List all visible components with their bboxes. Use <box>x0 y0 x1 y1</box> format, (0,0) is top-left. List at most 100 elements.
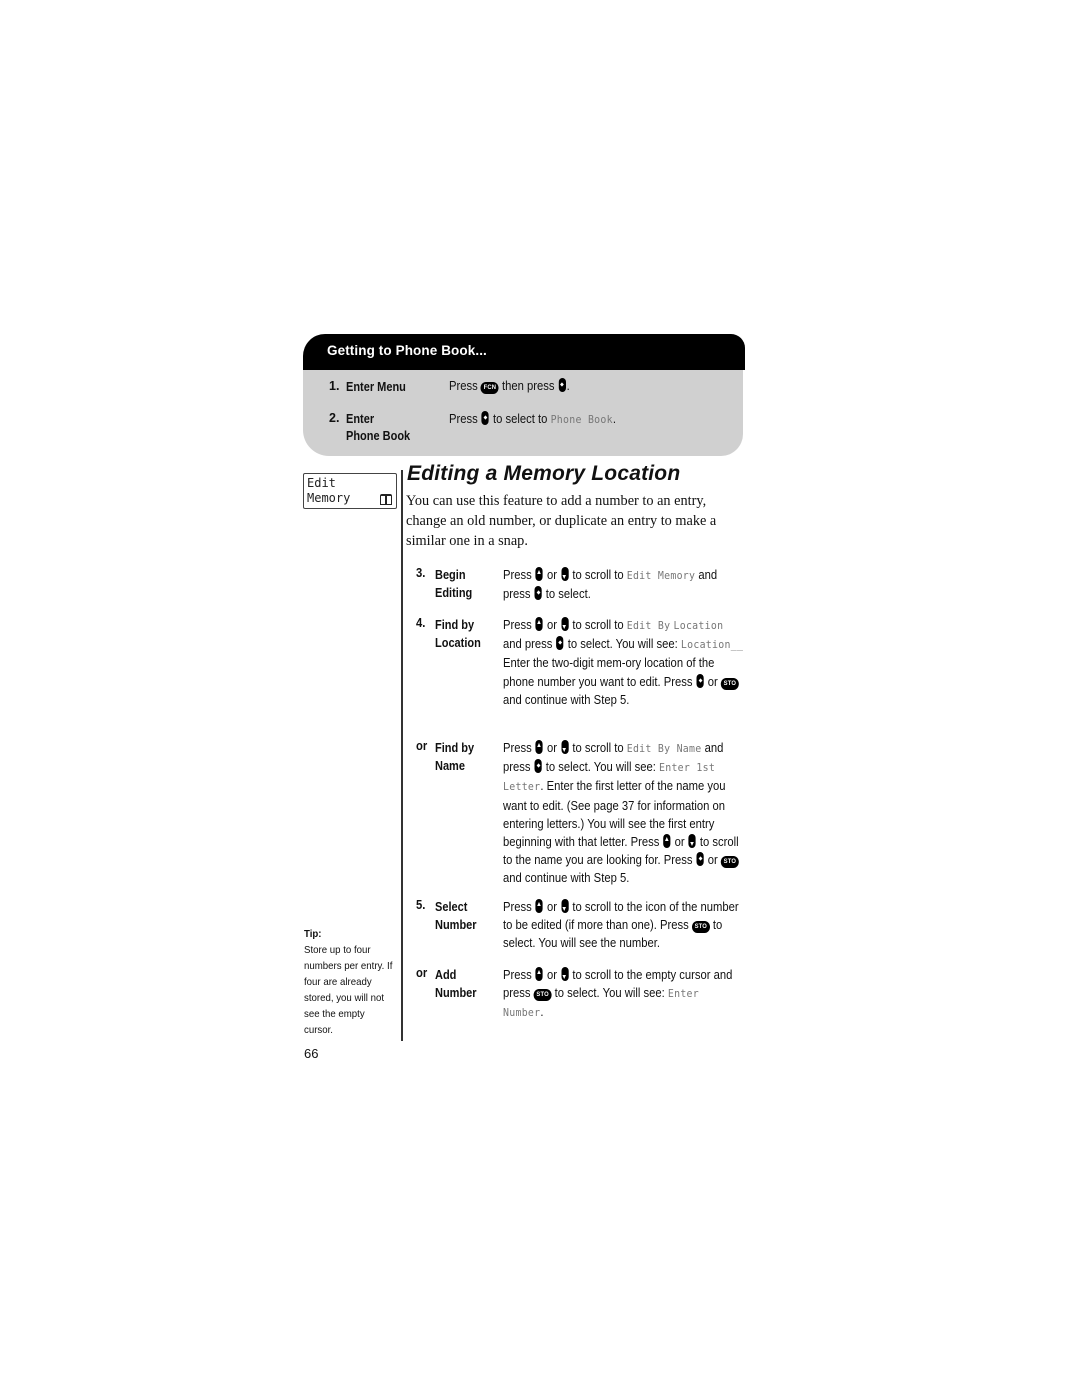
text: or <box>547 618 558 632</box>
text: press <box>503 587 531 602</box>
label-line: Location <box>435 636 481 650</box>
page-number: 66 <box>304 1046 319 1061</box>
tip-box: Tip: Store up to four numbers per entry.… <box>304 926 396 1038</box>
down-key-icon <box>688 834 696 849</box>
panel-step-1-text: Press FCN then press . <box>449 378 570 394</box>
step-label: Add Number <box>435 966 477 1002</box>
text: Press <box>449 412 478 426</box>
text: to select to <box>493 412 548 426</box>
label-line: Begin <box>435 568 466 582</box>
text: or <box>707 674 718 689</box>
lcd-text: Edit By Name <box>626 742 702 755</box>
panel-step-2-label: Enter Phone Book <box>346 411 410 445</box>
text: to select. You will see: <box>567 637 678 652</box>
lcd-text: Phone Book <box>550 413 613 426</box>
panel-title: Getting to Phone Book... <box>327 343 487 358</box>
panel-step-1-number: 1. <box>329 379 340 393</box>
text: or <box>547 968 558 982</box>
text: and <box>704 741 724 755</box>
step-number: or <box>416 966 428 980</box>
up-key-icon <box>535 967 543 981</box>
getting-to-phone-book-panel: Getting to Phone Book... 1. Enter Menu P… <box>303 334 745 458</box>
select-key-icon <box>481 411 489 425</box>
step-label: Find by Location <box>435 616 481 652</box>
display-line-1: Edit <box>307 476 336 490</box>
select-key-icon <box>556 636 564 651</box>
text: to select. You will see: <box>554 986 665 1001</box>
label-line: Add <box>435 968 457 982</box>
text: and <box>698 568 718 582</box>
phone-book-icon <box>380 494 392 505</box>
text: Press <box>503 741 532 755</box>
sto-key-icon: STO <box>720 856 739 869</box>
select-key-icon <box>696 673 704 688</box>
down-key-icon <box>561 967 569 981</box>
step-number: 3. <box>416 566 426 580</box>
text: to scroll to <box>572 568 624 582</box>
label-line: Number <box>435 918 477 932</box>
label-line: Number <box>435 986 477 1000</box>
text: or <box>547 741 558 755</box>
down-key-icon <box>561 899 569 913</box>
display-line-2: Memory <box>307 491 351 505</box>
step-number: 4. <box>416 616 426 630</box>
text: press <box>503 760 531 775</box>
text: to select. You will see: <box>545 760 656 775</box>
text: to select. <box>545 587 591 602</box>
text: . <box>612 412 617 426</box>
text: Enter the two-digit mem-ory location of … <box>503 656 715 689</box>
lcd-text: Location <box>673 619 724 632</box>
up-key-icon <box>535 899 543 913</box>
up-key-icon <box>663 834 671 849</box>
column-divider <box>401 470 403 1041</box>
text: to scroll to <box>572 741 624 755</box>
text: and continue with Step 5. <box>503 692 630 707</box>
text: Press <box>503 968 532 982</box>
step-text: Press or to scroll to the icon of the nu… <box>503 898 744 953</box>
step-label: Find by Name <box>435 739 474 775</box>
phone-display-preview: Edit Memory <box>303 473 397 509</box>
text: or <box>547 900 558 914</box>
lcd-text: Edit Memory <box>626 569 696 582</box>
section-intro: You can use this feature to add a number… <box>406 493 717 549</box>
select-key-icon <box>558 378 566 392</box>
lcd-text: Edit By <box>626 619 671 632</box>
text: Press <box>449 379 478 393</box>
text: then press <box>502 379 555 393</box>
tip-heading: Tip: <box>304 928 322 940</box>
text: or <box>707 853 718 868</box>
label-line: Phone Book <box>346 429 411 443</box>
select-key-icon <box>696 852 704 867</box>
lcd-text: Location__ <box>680 638 744 652</box>
fcn-key-icon: FCN <box>480 382 499 394</box>
step-number: or <box>416 739 428 753</box>
label-line: Select <box>435 900 468 914</box>
step-label: Select Number <box>435 898 477 934</box>
label-line: Editing <box>435 586 473 600</box>
sto-key-icon: STO <box>533 989 552 1002</box>
label-line: Name <box>435 759 465 773</box>
step-text: Press or to scroll to the empty cursor a… <box>503 966 744 1023</box>
text: . <box>540 1005 544 1020</box>
panel-step-2-text: Press to select to Phone Book. <box>449 411 616 426</box>
step-number: 5. <box>416 898 426 912</box>
text: to scroll to <box>572 618 624 632</box>
step-text: Press or to scroll to Edit Memory and pr… <box>503 566 744 603</box>
sto-key-icon: STO <box>691 921 710 934</box>
text: or <box>547 568 558 582</box>
down-key-icon <box>561 617 569 631</box>
select-key-icon <box>534 759 542 774</box>
tip-text: Store up to four numbers per entry. If f… <box>304 944 393 1036</box>
panel-header: Getting to Phone Book... <box>303 334 745 370</box>
down-key-icon <box>561 740 569 754</box>
panel-body: 1. Enter Menu Press FCN then press . 2. … <box>303 370 743 456</box>
up-key-icon <box>535 567 543 581</box>
sto-key-icon: STO <box>720 677 739 690</box>
select-key-icon <box>534 586 542 601</box>
label-line: Find by <box>435 618 475 632</box>
panel-step-1-label: Enter Menu <box>346 380 406 394</box>
text: and press <box>503 637 553 652</box>
text: Press <box>503 900 532 914</box>
label-line: Enter <box>346 412 375 426</box>
up-key-icon <box>535 740 543 754</box>
